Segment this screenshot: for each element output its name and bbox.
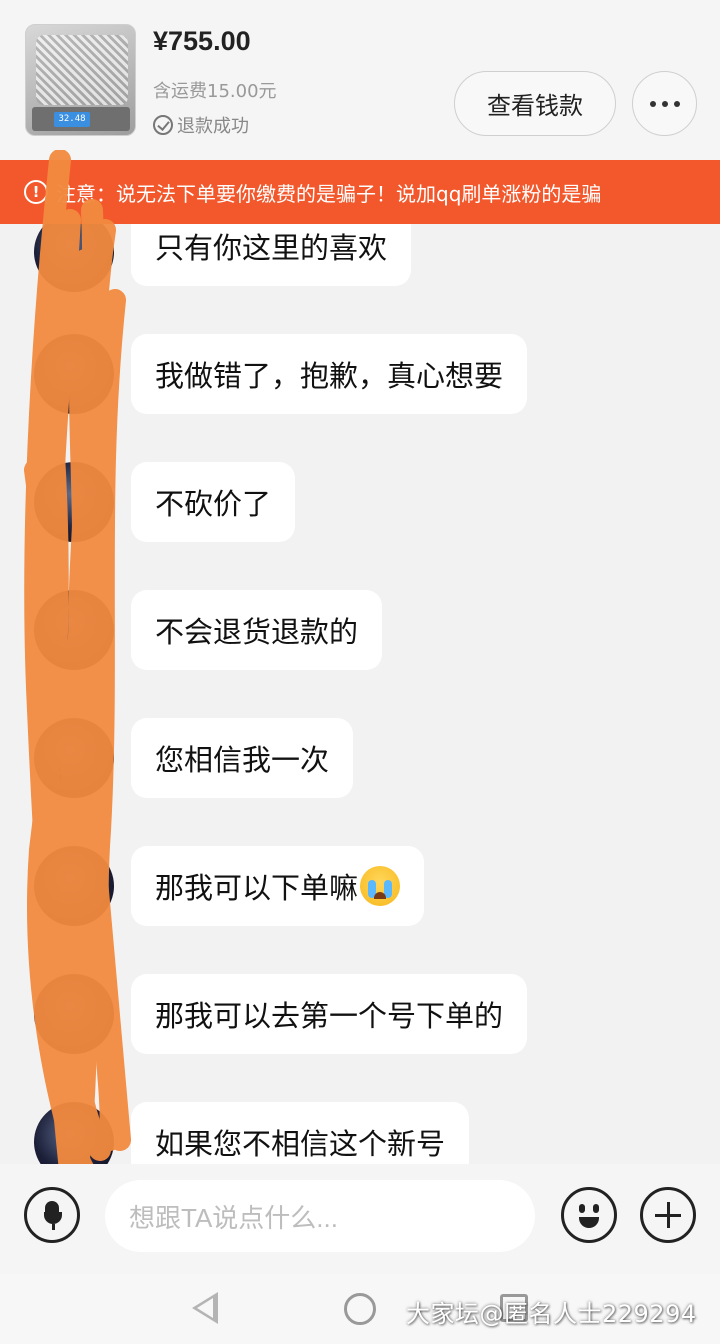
smile-eye bbox=[593, 1204, 599, 1213]
microphone-stand bbox=[44, 1212, 62, 1224]
avatar[interactable] bbox=[34, 334, 114, 414]
home-circle-icon[interactable] bbox=[344, 1293, 376, 1325]
scam-warning-bar: ! 注意：说无法下单要你缴费的是骗子！说加qq刷单涨粉的是骗 bbox=[0, 160, 720, 224]
message-bubble[interactable]: 那我可以下单嘛 bbox=[131, 846, 425, 926]
avatar[interactable] bbox=[34, 1102, 114, 1164]
watermark: 大家坛@匿名人士229294 bbox=[406, 1300, 697, 1328]
scam-warning-text: 注意：说无法下单要你缴费的是骗子！说加qq刷单涨粉的是骗 bbox=[56, 181, 602, 206]
order-header: 32.48 ¥755.00 含运费15.00元 退款成功 查看钱款 bbox=[0, 0, 720, 160]
message-bubble[interactable]: 如果您不相信这个新号 bbox=[131, 1102, 470, 1164]
smile-mouth bbox=[579, 1217, 599, 1228]
check-circle-icon bbox=[153, 115, 173, 135]
exclamation-circle-icon: ! bbox=[24, 180, 48, 204]
more-dot bbox=[673, 100, 680, 107]
message-bubble[interactable]: 不会退货退款的 bbox=[131, 590, 383, 670]
view-refund-button[interactable]: 查看钱款 bbox=[454, 71, 616, 136]
chain-image bbox=[36, 35, 128, 105]
avatar[interactable] bbox=[34, 224, 114, 292]
product-thumbnail[interactable]: 32.48 bbox=[25, 24, 136, 136]
message-input-bar: 想跟TA说点什么... bbox=[0, 1164, 720, 1274]
more-dots-icon bbox=[649, 100, 656, 107]
message-input[interactable]: 想跟TA说点什么... bbox=[105, 1180, 535, 1252]
avatar[interactable] bbox=[34, 846, 114, 926]
more-button[interactable] bbox=[632, 71, 697, 136]
message-bubble[interactable]: 您相信我一次 bbox=[131, 718, 354, 798]
emoji-button[interactable] bbox=[561, 1187, 617, 1243]
avatar[interactable] bbox=[34, 462, 114, 542]
avatar[interactable] bbox=[34, 974, 114, 1054]
system-nav-bar: 大家坛@匿名人士229294 bbox=[0, 1274, 720, 1344]
microphone-foot bbox=[52, 1224, 55, 1230]
shipping-fee: 含运费15.00元 bbox=[153, 81, 277, 102]
avatar[interactable] bbox=[34, 590, 114, 670]
product-price: ¥755.00 bbox=[153, 26, 251, 56]
message-bubble[interactable]: 不砍价了 bbox=[131, 462, 296, 542]
message-bubble[interactable]: 我做错了，抱歉，真心想要 bbox=[131, 334, 528, 414]
voice-button[interactable] bbox=[24, 1187, 80, 1243]
refund-status-label: 退款成功 bbox=[177, 116, 249, 137]
message-bubble[interactable]: 只有你这里的喜欢 bbox=[131, 224, 412, 286]
avatar[interactable] bbox=[34, 718, 114, 798]
smile-icon bbox=[579, 1204, 585, 1213]
message-text: 那我可以下单嘛 bbox=[155, 871, 359, 905]
message-bubble[interactable]: 那我可以去第一个号下单的 bbox=[131, 974, 528, 1054]
add-button[interactable] bbox=[640, 1187, 696, 1243]
back-triangle-icon[interactable] bbox=[192, 1292, 218, 1324]
more-dot bbox=[661, 100, 668, 107]
scale-display: 32.48 bbox=[54, 112, 90, 127]
chat-message-list[interactable]: 只有你这里的喜欢 我做错了，抱歉，真心想要 不砍价了 不会退货退款的 您相信我一… bbox=[0, 224, 720, 1164]
refund-status: 退款成功 bbox=[153, 112, 249, 138]
loudly-crying-face-icon bbox=[360, 866, 401, 906]
